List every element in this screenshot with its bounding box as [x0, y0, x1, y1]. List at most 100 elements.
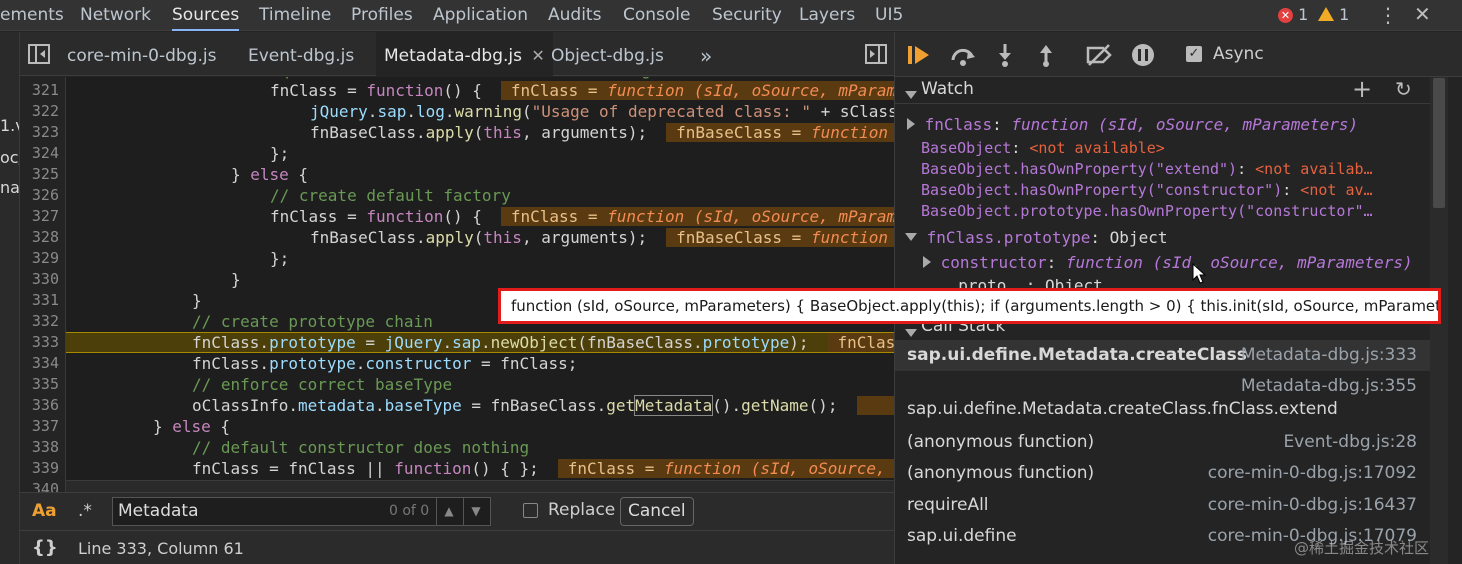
warning-count: 1	[1339, 5, 1350, 24]
more-tabs-icon[interactable]: »	[700, 32, 712, 76]
previous-match-icon[interactable]: ▲	[436, 498, 461, 525]
line-number[interactable]: 325	[20, 164, 59, 185]
line-number[interactable]: 335	[20, 374, 59, 395]
toggle-debugger-icon[interactable]	[865, 44, 887, 64]
cancel-button[interactable]: Cancel	[620, 497, 694, 526]
deactivate-breakpoints-icon[interactable]	[1085, 44, 1113, 66]
tab-security[interactable]: Security	[712, 0, 782, 31]
next-match-icon[interactable]: ▼	[463, 498, 488, 525]
match-case-toggle[interactable]: Aa	[32, 501, 57, 521]
more-menu-icon[interactable]: ⋮	[1378, 3, 1398, 27]
line-number[interactable]: 330	[20, 269, 59, 290]
watch-value: <not av…	[1300, 181, 1373, 199]
code-editor[interactable]: // provide the constructor with a warnin…	[66, 77, 894, 492]
collapse-icon[interactable]	[905, 233, 917, 241]
watch-item-proto[interactable]: __proto__: Object	[939, 275, 1427, 289]
tab-application[interactable]: Application	[433, 0, 528, 31]
watch-item-has-extend[interactable]: BaseObject.hasOwnProperty("extend"): <no…	[921, 158, 1427, 180]
callstack-frame[interactable]: Metadata-dbg.js:355 sap.ui.define.Metada…	[895, 371, 1431, 433]
watch-item-prototype[interactable]: fnClass.prototype: Object	[905, 227, 1425, 249]
add-watch-icon[interactable]: +	[1352, 77, 1372, 103]
watch-item-baseobject[interactable]: BaseObject: <not available>	[921, 137, 1427, 159]
callstack-frame[interactable]: (anonymous function) core-min-0-dbg.js:1…	[895, 461, 1431, 492]
line-number[interactable]: 336	[20, 395, 59, 416]
tab-layers[interactable]: Layers	[799, 0, 855, 31]
watch-key: BaseObject.hasOwnProperty("extend")	[921, 160, 1238, 178]
warning-badge[interactable]: 1	[1318, 0, 1349, 31]
error-icon: ✕	[1278, 8, 1293, 23]
code-line: fnClass = fnClass || function() { }; fnC…	[192, 458, 894, 479]
step-out-icon[interactable]	[1036, 43, 1056, 67]
expand-icon[interactable]	[907, 118, 915, 130]
line-number[interactable]: 323	[20, 122, 59, 143]
line-number[interactable]: 326	[20, 185, 59, 206]
tab-audits[interactable]: Audits	[548, 0, 601, 31]
line-number[interactable]: 339	[20, 458, 59, 479]
watch-title: Watch	[921, 79, 974, 99]
line-number[interactable]: 340	[20, 479, 59, 492]
watch-item-constructor[interactable]: constructor: function (sId, oSource, mPa…	[923, 252, 1427, 274]
watch-value: function (sId, oSource, mParameters)	[1065, 253, 1413, 272]
navigator-fragment[interactable]: oc/	[0, 148, 19, 167]
function-tooltip: function (sId, oSource, mParameters) { B…	[498, 288, 1441, 324]
watch-item-proto-has-constructor[interactable]: BaseObject.prototype.hasOwnProperty("con…	[921, 200, 1427, 222]
line-number[interactable]: 334	[20, 353, 59, 374]
async-checkbox[interactable]: ✓	[1186, 46, 1202, 62]
navigator-fragment[interactable]: 1.v	[0, 116, 19, 135]
watch-header[interactable]: Watch + ↻	[895, 77, 1431, 104]
tab-timeline[interactable]: Timeline	[259, 0, 331, 31]
watch-item-fnclass[interactable]: fnClass: function (sId, oSource, mParame…	[907, 114, 1427, 136]
line-number[interactable]: 324	[20, 143, 59, 164]
callstack-frame[interactable]: requireAll core-min-0-dbg.js:16437	[895, 492, 1431, 523]
callstack-frame[interactable]: (anonymous function) Event-dbg.js:28	[895, 430, 1431, 461]
close-devtools-icon[interactable]: ✕	[1414, 2, 1431, 26]
search-query: Metadata	[118, 501, 199, 521]
close-tab-icon[interactable]: ✕	[531, 46, 544, 65]
refresh-watch-icon[interactable]: ↻	[1395, 77, 1412, 101]
search-field[interactable]: Metadata 0 of 0 ▲ ▼	[112, 497, 491, 526]
line-number[interactable]: 338	[20, 437, 59, 458]
frame-location: Event-dbg.js:28	[1283, 432, 1417, 452]
watch-key: BaseObject.hasOwnProperty("constructor")	[921, 181, 1283, 199]
tab-ui5[interactable]: UI5	[875, 0, 903, 31]
error-badge[interactable]: ✕ 1	[1278, 0, 1308, 31]
tab-sources[interactable]: Sources	[172, 0, 240, 31]
line-number-gutter: 321 322 323 324 325 326 327 328 329 330 …	[20, 77, 66, 492]
mouse-cursor-icon	[1192, 263, 1206, 284]
line-number[interactable]: 333	[20, 332, 59, 353]
step-over-icon[interactable]	[950, 44, 976, 66]
editor-tab-core-min[interactable]: core-min-0-dbg.js	[67, 32, 216, 76]
sidebar-scroll-thumb[interactable]	[1433, 78, 1445, 208]
replace-checkbox[interactable]	[523, 503, 538, 518]
watch-key: fnClass.prototype	[926, 228, 1091, 247]
tab-network[interactable]: Network	[80, 0, 151, 31]
toggle-navigator-icon[interactable]	[28, 44, 50, 64]
line-number[interactable]: 328	[20, 227, 59, 248]
horizontal-scrollbar[interactable]	[66, 480, 894, 492]
line-number[interactable]: 331	[20, 290, 59, 311]
tab-profiles[interactable]: Profiles	[351, 0, 413, 31]
regex-toggle[interactable]: .*	[78, 501, 92, 521]
pause-on-exceptions-icon[interactable]	[1131, 43, 1155, 67]
editor-tab-event[interactable]: Event-dbg.js	[248, 32, 354, 76]
tab-elements[interactable]: ements	[0, 0, 64, 31]
line-number[interactable]: 337	[20, 416, 59, 437]
line-number[interactable]: 332	[20, 311, 59, 332]
resume-icon[interactable]	[907, 44, 931, 66]
tab-console[interactable]: Console	[623, 0, 691, 31]
step-into-icon[interactable]	[995, 43, 1015, 67]
line-number[interactable]: 327	[20, 206, 59, 227]
watch-item-has-constructor[interactable]: BaseObject.hasOwnProperty("constructor")…	[921, 179, 1427, 201]
callstack-frame-selected[interactable]: sap.ui.define.Metadata.createClass Metad…	[895, 340, 1431, 371]
expand-icon[interactable]	[923, 256, 931, 268]
async-label: Async	[1213, 44, 1264, 64]
pretty-print-icon[interactable]: {}	[32, 537, 58, 558]
line-number[interactable]: 322	[20, 101, 59, 122]
code-line: }	[231, 270, 241, 289]
editor-tab-metadata[interactable]: Metadata-dbg.js ✕	[376, 32, 553, 76]
error-count: 1	[1298, 5, 1309, 24]
navigator-fragment[interactable]: na	[0, 178, 19, 197]
editor-tab-object[interactable]: Object-dbg.js	[551, 32, 664, 76]
line-number[interactable]: 329	[20, 248, 59, 269]
line-number[interactable]: 321	[20, 80, 59, 101]
